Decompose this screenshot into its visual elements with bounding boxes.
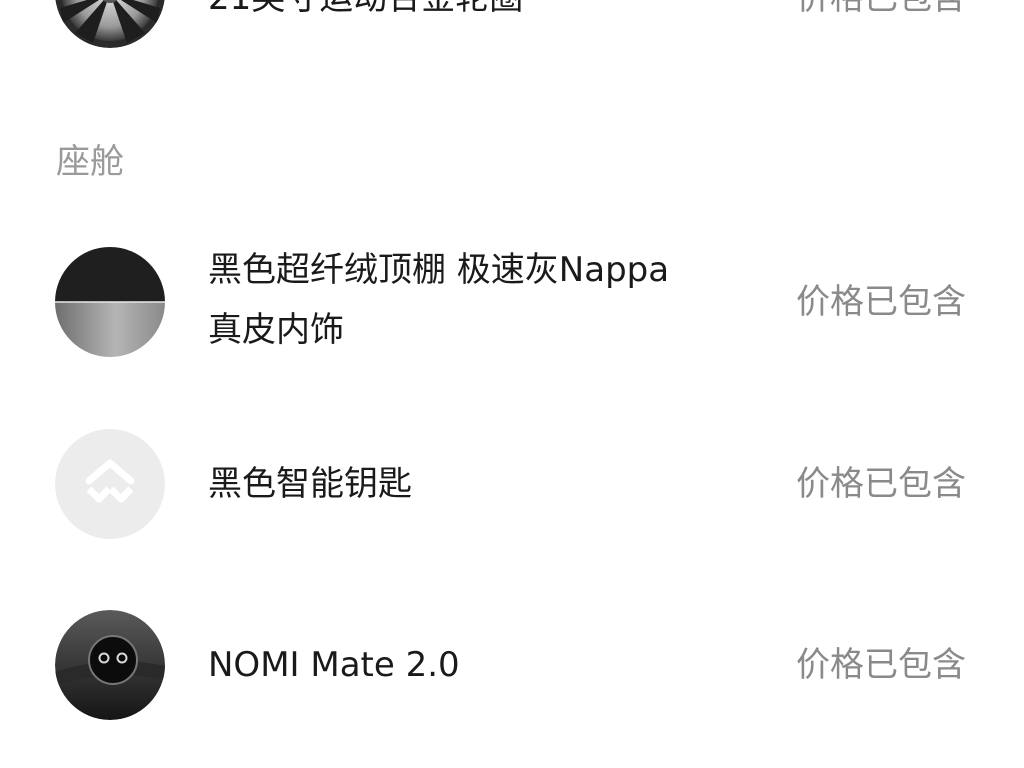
wheel-thumbnail (55, 0, 165, 48)
section-title-cabin: 座舱 (56, 142, 124, 182)
option-name-line-1: 黑色超纤绒顶棚 极速灰Nappa (208, 250, 670, 290)
option-name: 21英寸运动合金轮圈 (208, 0, 738, 28)
price-included-label: 价格已包含 (796, 282, 966, 322)
option-row-nomi[interactable]: NOMI Mate 2.0 价格已包含 (0, 610, 1024, 720)
option-row-key[interactable]: 黑色智能钥匙 价格已包含 (0, 429, 1024, 539)
config-summary-page: 21英寸运动合金轮圈 价格已包含 座舱 黑色超纤绒顶棚 极速灰Nappa 真皮内… (0, 0, 1024, 768)
price-included-label: 价格已包含 (796, 0, 966, 28)
price-included-label: 价格已包含 (796, 645, 966, 685)
option-row-wheel[interactable]: 21英寸运动合金轮圈 价格已包含 (0, 0, 1024, 60)
option-name: 黑色智能钥匙 (208, 464, 412, 504)
option-row-interior[interactable]: 黑色超纤绒顶棚 极速灰Nappa 真皮内饰 价格已包含 (0, 238, 1024, 368)
option-name-line-2: 真皮内饰 (208, 310, 344, 350)
option-name: NOMI Mate 2.0 (208, 645, 460, 685)
interior-swatch-thumbnail (55, 247, 165, 357)
nomi-mate-thumbnail (55, 610, 165, 720)
price-included-label: 价格已包含 (796, 464, 966, 504)
nio-logo-key-thumbnail (55, 429, 165, 539)
